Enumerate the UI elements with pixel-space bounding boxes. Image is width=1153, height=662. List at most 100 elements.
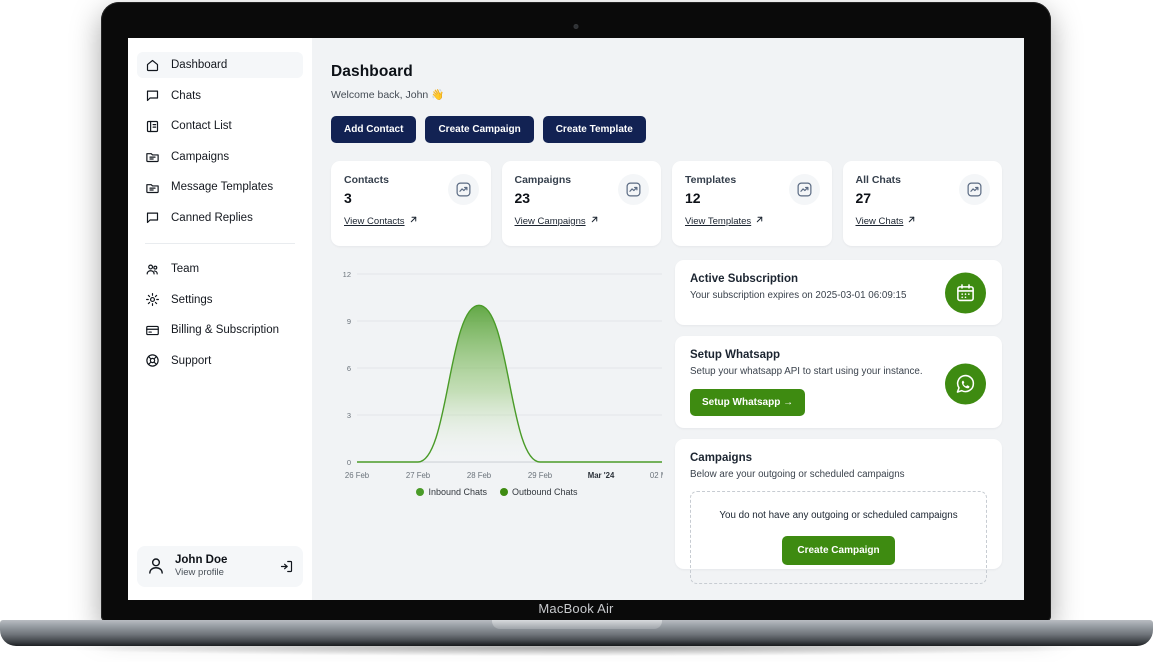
stat-link-label: View Templates bbox=[685, 216, 751, 227]
page-title: Dashboard bbox=[331, 63, 1002, 81]
active-subscription-card: Active Subscription Your subscription ex… bbox=[675, 260, 1002, 325]
legend-label: Outbound Chats bbox=[512, 487, 578, 497]
sidebar-item-canned-replies[interactable]: Canned Replies bbox=[137, 205, 303, 231]
legend-dot bbox=[500, 488, 508, 496]
legend-item-outbound: Outbound Chats bbox=[500, 487, 578, 497]
legend-item-inbound: Inbound Chats bbox=[416, 487, 487, 497]
trending-up-icon bbox=[448, 174, 479, 205]
sidebar-item-label: Campaigns bbox=[171, 151, 229, 163]
screenshot-stage: MacBook Air Dashboard bbox=[0, 0, 1153, 662]
sidebar-secondary-nav: Team Settings Billing & Su bbox=[137, 256, 303, 378]
view-campaigns-link[interactable]: View Campaigns bbox=[515, 215, 599, 227]
lifebuoy-icon bbox=[145, 353, 160, 368]
sidebar-item-label: Billing & Subscription bbox=[171, 324, 279, 336]
svg-text:28 Feb: 28 Feb bbox=[467, 471, 492, 480]
campaigns-empty-state: You do not have any outgoing or schedule… bbox=[690, 491, 987, 584]
sidebar-item-dashboard[interactable]: Dashboard bbox=[137, 52, 303, 78]
sidebar-item-campaigns[interactable]: Campaigns bbox=[137, 144, 303, 170]
create-campaign-empty-button[interactable]: Create Campaign bbox=[782, 536, 894, 565]
trending-up-icon bbox=[618, 174, 649, 205]
card-title: Campaigns bbox=[690, 452, 987, 464]
profile-name: John Doe bbox=[175, 554, 270, 567]
laptop-screen: Dashboard Chats Contact bbox=[128, 38, 1024, 600]
create-campaign-button[interactable]: Create Campaign bbox=[425, 116, 533, 143]
stat-link-label: View Campaigns bbox=[515, 216, 586, 227]
svg-text:29 Feb: 29 Feb bbox=[528, 471, 553, 480]
svg-text:6: 6 bbox=[347, 364, 351, 373]
sidebar-profile[interactable]: John Doe View profile bbox=[137, 546, 303, 587]
chart-canvas: 036912 26 Feb27 Feb28 Feb29 FebMar '2402… bbox=[331, 260, 663, 485]
sidebar-item-message-templates[interactable]: Message Templates bbox=[137, 174, 303, 200]
sidebar-spacer bbox=[137, 378, 303, 546]
sidebar-item-label: Chats bbox=[171, 90, 201, 102]
svg-text:0: 0 bbox=[347, 458, 351, 467]
arrow-up-right-icon bbox=[409, 215, 418, 227]
card-subtitle: Your subscription expires on 2025-03-01 … bbox=[690, 290, 987, 301]
sidebar-divider bbox=[145, 243, 295, 244]
trending-up-icon bbox=[959, 174, 990, 205]
card-title: Active Subscription bbox=[690, 273, 987, 285]
logout-icon[interactable] bbox=[279, 559, 294, 574]
stat-cards: Contacts 3 View Contacts bbox=[331, 161, 1002, 246]
sidebar-item-label: Settings bbox=[171, 294, 213, 306]
setup-whatsapp-button[interactable]: Setup Whatsapp → bbox=[690, 389, 805, 416]
sidebar-primary-nav: Dashboard Chats Contact bbox=[137, 52, 303, 235]
stat-card-all-chats: All Chats 27 View Chats bbox=[843, 161, 1003, 246]
profile-text: John Doe View profile bbox=[175, 554, 270, 579]
view-templates-link[interactable]: View Templates bbox=[685, 215, 764, 227]
whatsapp-icon bbox=[945, 364, 986, 405]
calendar-icon bbox=[945, 272, 986, 313]
sidebar-item-contact-list[interactable]: Contact List bbox=[137, 113, 303, 139]
dashboard-columns: 036912 26 Feb27 Feb28 Feb29 FebMar '2402… bbox=[331, 260, 1002, 569]
home-icon bbox=[145, 58, 160, 73]
card-subtitle: Setup your whatsapp API to start using y… bbox=[690, 366, 987, 377]
main-content: Dashboard Welcome back, John 👋 Add Conta… bbox=[312, 38, 1024, 600]
chat-bubble-icon bbox=[145, 88, 160, 103]
card-subtitle: Below are your outgoing or scheduled cam… bbox=[690, 469, 987, 480]
device-label: MacBook Air bbox=[101, 601, 1051, 616]
user-avatar-icon bbox=[146, 556, 166, 576]
view-contacts-link[interactable]: View Contacts bbox=[344, 215, 418, 227]
webcam-icon bbox=[574, 24, 579, 29]
chat-bubble-icon bbox=[145, 210, 160, 225]
sidebar-item-settings[interactable]: Settings bbox=[137, 287, 303, 313]
arrow-up-right-icon bbox=[755, 215, 764, 227]
arrow-up-right-icon bbox=[907, 215, 916, 227]
info-cards-column: Active Subscription Your subscription ex… bbox=[675, 260, 1002, 569]
chart-column: 036912 26 Feb27 Feb28 Feb29 FebMar '2402… bbox=[331, 260, 663, 569]
create-template-button[interactable]: Create Template bbox=[543, 116, 646, 143]
card-title: Setup Whatsapp bbox=[690, 349, 987, 361]
svg-text:3: 3 bbox=[347, 411, 351, 420]
stat-card-contacts: Contacts 3 View Contacts bbox=[331, 161, 491, 246]
sidebar-item-support[interactable]: Support bbox=[137, 348, 303, 374]
stat-link-label: View Chats bbox=[856, 216, 904, 227]
chart-legend: Inbound Chats Outbound Chats bbox=[331, 487, 663, 497]
sidebar: Dashboard Chats Contact bbox=[128, 38, 312, 600]
credit-card-icon bbox=[145, 323, 160, 338]
sidebar-item-team[interactable]: Team bbox=[137, 256, 303, 282]
chart-x-axis-labels: 26 Feb27 Feb28 Feb29 FebMar '2402 Mar bbox=[345, 471, 663, 480]
view-chats-link[interactable]: View Chats bbox=[856, 215, 917, 227]
arrow-up-right-icon bbox=[590, 215, 599, 227]
legend-label: Inbound Chats bbox=[428, 487, 487, 497]
header-actions: Add Contact Create Campaign Create Templ… bbox=[331, 116, 1002, 143]
users-icon bbox=[145, 262, 160, 277]
stat-card-campaigns: Campaigns 23 View Campaigns bbox=[502, 161, 662, 246]
empty-state-text: You do not have any outgoing or schedule… bbox=[701, 510, 976, 521]
app-window: Dashboard Chats Contact bbox=[128, 38, 1024, 600]
contact-book-icon bbox=[145, 119, 160, 134]
trending-up-icon bbox=[789, 174, 820, 205]
folder-list-icon bbox=[145, 180, 160, 195]
stat-card-templates: Templates 12 View Templates bbox=[672, 161, 832, 246]
sidebar-item-label: Support bbox=[171, 355, 211, 367]
add-contact-button[interactable]: Add Contact bbox=[331, 116, 416, 143]
svg-text:27 Feb: 27 Feb bbox=[406, 471, 431, 480]
sidebar-item-label: Contact List bbox=[171, 120, 232, 132]
sidebar-item-billing-subscription[interactable]: Billing & Subscription bbox=[137, 317, 303, 343]
sidebar-item-label: Dashboard bbox=[171, 59, 227, 71]
sidebar-item-label: Team bbox=[171, 263, 199, 275]
laptop-lid: MacBook Air Dashboard bbox=[101, 2, 1051, 622]
sidebar-item-chats[interactable]: Chats bbox=[137, 83, 303, 109]
campaigns-card: Campaigns Below are your outgoing or sch… bbox=[675, 439, 1002, 569]
svg-text:02 Mar: 02 Mar bbox=[650, 471, 663, 480]
